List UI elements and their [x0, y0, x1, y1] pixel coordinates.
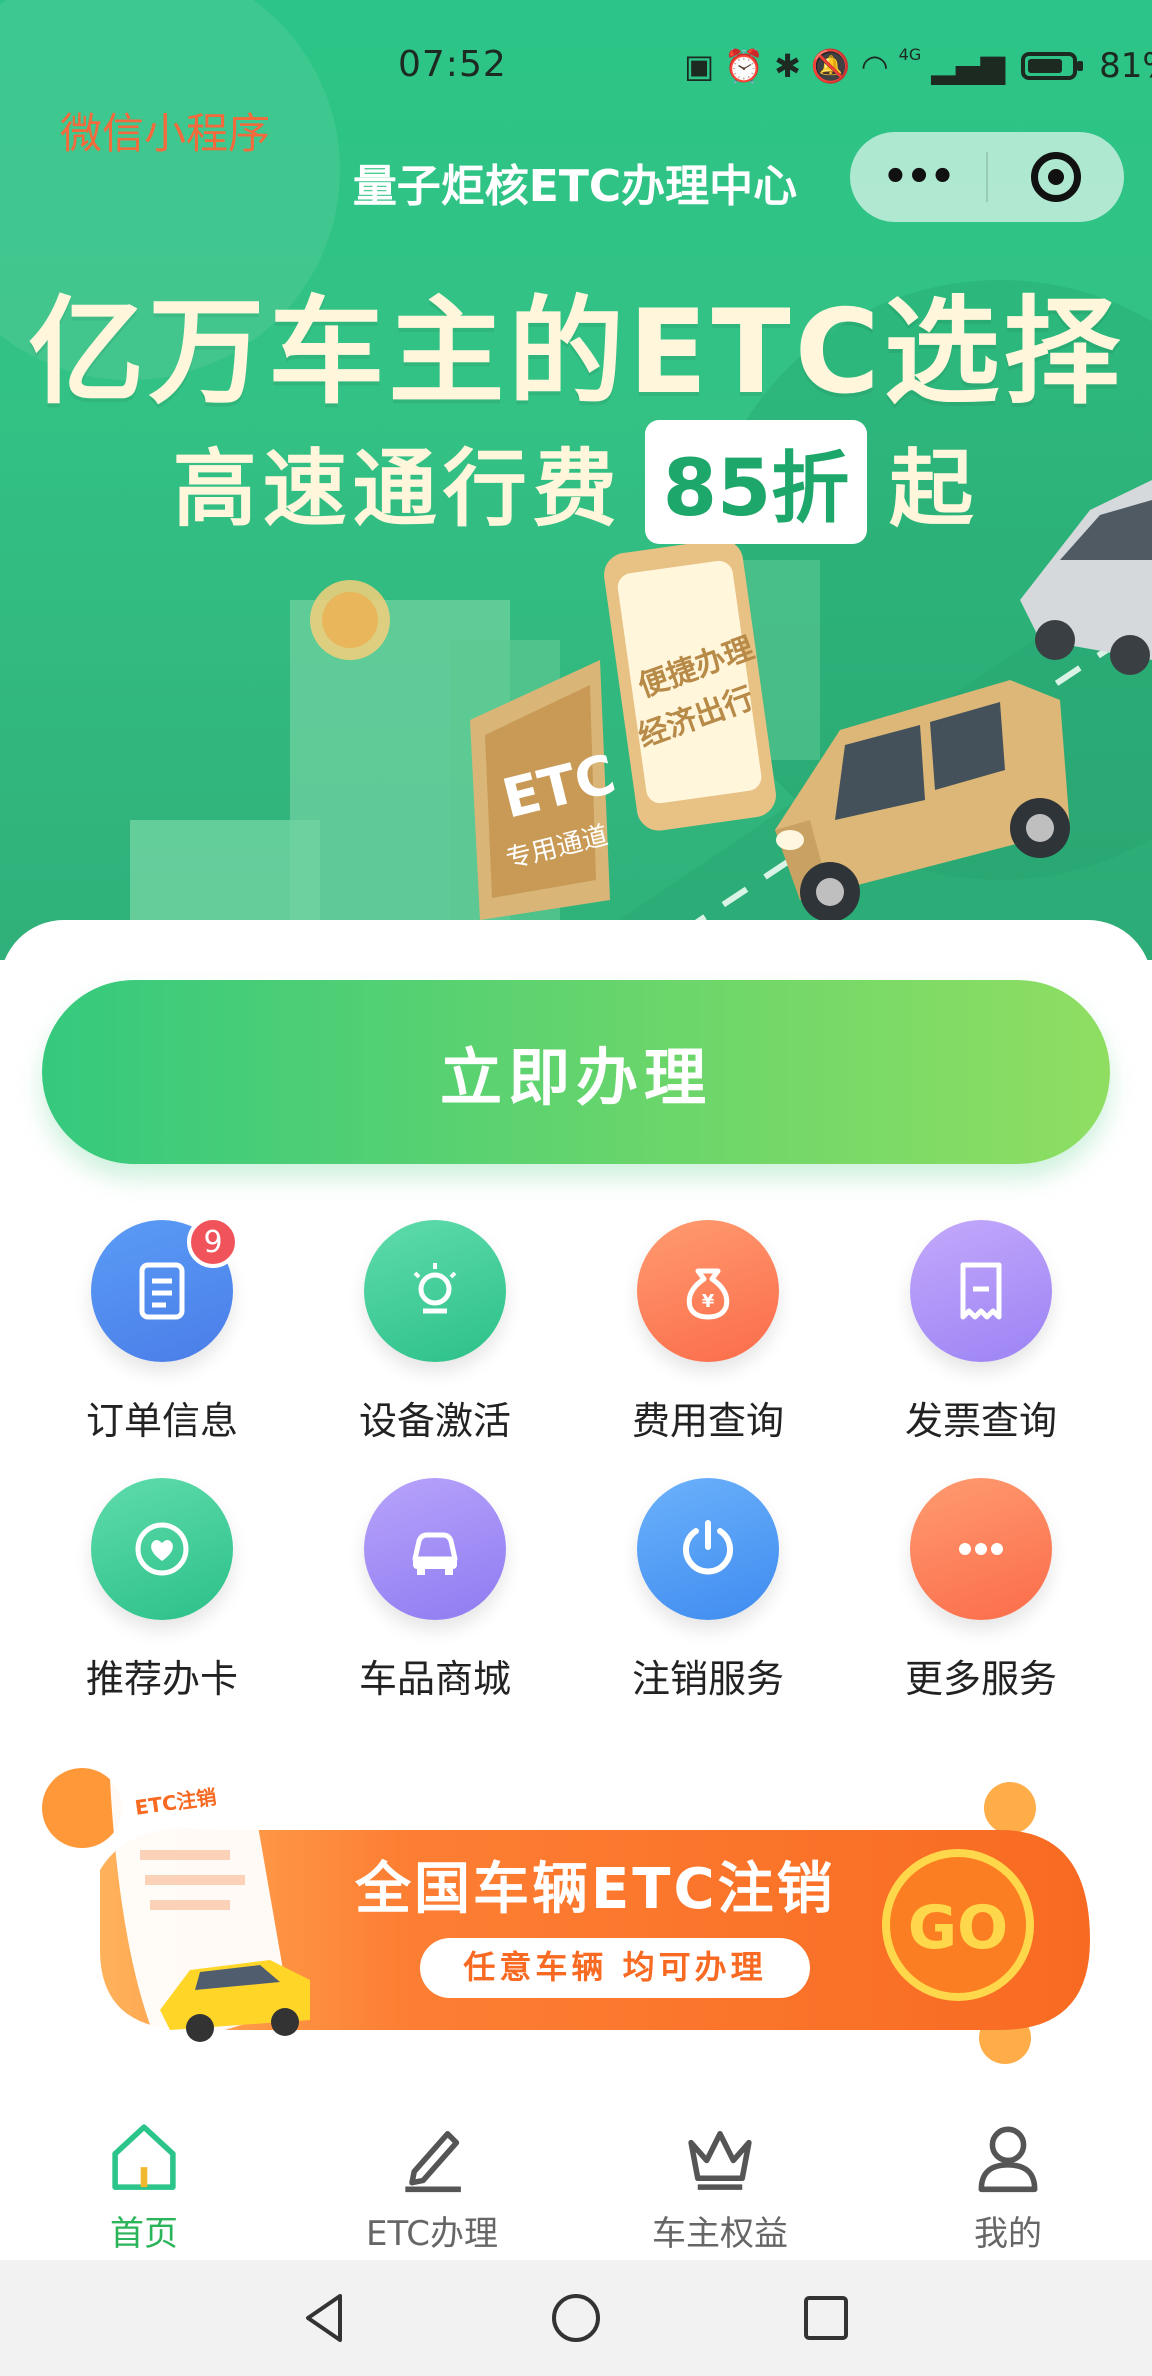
- promo-title: 全国车辆ETC注销: [354, 1857, 836, 1922]
- svg-text:¥: ¥: [702, 1291, 715, 1312]
- lightbulb-icon: [364, 1220, 506, 1362]
- wifi-icon: ◠: [860, 47, 889, 85]
- go-label: GO: [908, 1893, 1008, 1963]
- status-time: 07:52: [398, 44, 507, 85]
- heart-icon: [91, 1478, 233, 1620]
- battery-percent: 81%: [1099, 46, 1152, 86]
- promo-subtitle: 任意车辆 均可办理: [463, 1948, 766, 1986]
- target-icon: [1031, 152, 1081, 202]
- miniprogram-label: 微信小程序: [60, 109, 271, 158]
- hero-banner: ETC 专用通道 便捷办理 经济出行 07:52 ▣ ⏰ ✱ 🔕 ◠ 4G ▂▄…: [0, 0, 1152, 960]
- service-item[interactable]: 更多服务: [843, 1478, 1119, 1718]
- service-label: 注销服务: [631, 1657, 784, 1701]
- target-icon-dot: [1048, 169, 1064, 185]
- service-label: 费用查询: [631, 1399, 784, 1443]
- capsule-close-button[interactable]: [988, 152, 1124, 202]
- service-label: 订单信息: [85, 1399, 238, 1443]
- service-item[interactable]: 发票查询: [843, 1220, 1119, 1460]
- hero-headline: 亿万车主的ETC选择: [28, 285, 1124, 420]
- tab-label: ETC办理: [366, 2214, 498, 2254]
- nfc-icon: ▣: [684, 47, 715, 85]
- document-icon: 9: [91, 1216, 239, 1362]
- tab-item[interactable]: ETC办理: [288, 2090, 576, 2260]
- alarm-icon: ⏰: [724, 47, 765, 85]
- pen-icon: [392, 2116, 472, 2200]
- page-title: 量子炬核ETC办理中心: [352, 161, 798, 212]
- tab-item[interactable]: 我的: [864, 2090, 1152, 2260]
- discount-chip: 85折: [644, 420, 868, 544]
- money-bag-icon: ¥: [637, 1220, 779, 1362]
- hero-subline-suffix: 起: [889, 439, 980, 538]
- signal-icon: ▂▄▆: [931, 47, 1006, 85]
- go-button[interactable]: GO: [882, 1849, 1034, 2001]
- car-icon: [364, 1478, 506, 1620]
- mute-icon: 🔕: [810, 47, 851, 85]
- miniprogram-capsule: •••: [850, 132, 1124, 222]
- back-icon[interactable]: [296, 2288, 356, 2348]
- tab-item[interactable]: 首页: [0, 2090, 288, 2260]
- notification-badge: 9: [187, 1216, 239, 1268]
- battery-icon: [1021, 52, 1084, 80]
- app-root: ETC 专用通道 便捷办理 经济出行 07:52 ▣ ⏰ ✱ 🔕 ◠ 4G ▂▄…: [0, 0, 1152, 2376]
- service-label: 推荐办卡: [85, 1657, 238, 1701]
- service-item[interactable]: 注销服务: [570, 1478, 846, 1718]
- recents-icon[interactable]: [796, 2288, 856, 2348]
- crown-icon: [680, 2116, 760, 2200]
- hero-subline-prefix: 高速通行费: [172, 439, 623, 538]
- network-type: 4G: [898, 45, 922, 64]
- promo-banner-art: ETC注销 GO 全国车辆ETC注销 任意车辆 均可办理: [42, 1768, 1090, 2064]
- service-item[interactable]: 9 订单信息: [24, 1216, 300, 1460]
- home-icon: [104, 2116, 184, 2200]
- service-item[interactable]: 设备激活: [297, 1220, 573, 1460]
- receipt-icon: [910, 1220, 1052, 1362]
- apply-now-button[interactable]: 立即办理: [42, 980, 1110, 1164]
- service-item[interactable]: ¥ 费用查询: [570, 1220, 846, 1460]
- service-item[interactable]: 车品商城: [297, 1478, 573, 1718]
- service-label: 设备激活: [358, 1399, 511, 1443]
- more-dots-icon: [910, 1478, 1052, 1620]
- tab-label: 我的: [974, 2214, 1042, 2254]
- service-label: 更多服务: [904, 1657, 1057, 1701]
- tab-bar: 首页 ETC办理 车主权益 我的: [0, 2090, 1152, 2260]
- home-circle-icon[interactable]: [546, 2288, 606, 2348]
- service-label: 车品商城: [358, 1657, 511, 1701]
- service-item[interactable]: 推荐办卡: [24, 1478, 300, 1718]
- capsule-more-button[interactable]: •••: [850, 154, 986, 200]
- bluetooth-icon: ✱: [774, 47, 801, 85]
- android-nav-bar: [0, 2260, 1152, 2376]
- system-icons: ▣ ⏰ ✱ 🔕 ◠ 4G ▂▄▆ 81%: [684, 44, 1152, 88]
- service-label: 发票查询: [904, 1399, 1057, 1443]
- tab-label: 首页: [110, 2214, 178, 2254]
- battery-fill: [1028, 59, 1063, 73]
- hero-subline: 高速通行费 85折 起: [0, 420, 1152, 544]
- power-icon: [637, 1478, 779, 1620]
- tab-item[interactable]: 车主权益: [576, 2090, 864, 2260]
- promo-banner[interactable]: ETC注销 GO 全国车辆ETC注销 任意车辆 均可办理: [40, 1760, 1120, 2070]
- user-icon: [968, 2116, 1048, 2200]
- tab-label: 车主权益: [652, 2214, 788, 2254]
